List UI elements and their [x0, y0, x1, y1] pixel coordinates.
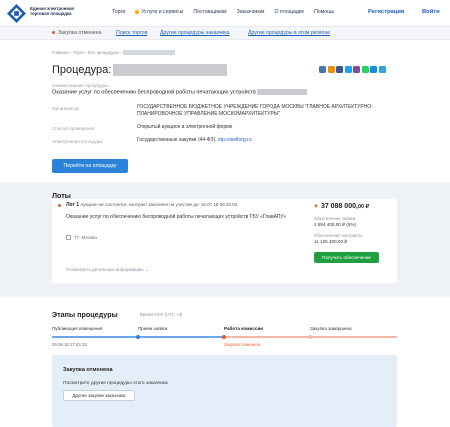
login-link[interactable]: Войти	[422, 9, 440, 15]
viber-icon[interactable]	[353, 66, 360, 73]
lot-status-icon	[58, 204, 61, 207]
customer-procedures-link[interactable]: Другие процедуры заказчика	[160, 30, 229, 36]
method-label: Способ проведения	[52, 126, 95, 131]
stage-applications: Прием заявок	[138, 326, 168, 331]
breadcrumb-redacted	[122, 50, 175, 56]
lot-price: ▼ 37 088 000,00 ₽	[313, 203, 370, 210]
breadcrumb-all[interactable]: Все процедуры	[88, 50, 119, 55]
nav-item-suppliers[interactable]: Поставщикам	[193, 9, 226, 15]
platform-link[interactable]: etp.roseltorg.ru	[218, 137, 252, 143]
nav-item-services[interactable]: Услуги и сервисы	[135, 9, 183, 15]
breadcrumb-home[interactable]: Главная	[52, 50, 69, 55]
logo-text[interactable]: Единая электронная торговая площадка	[30, 6, 74, 16]
ok-icon[interactable]	[327, 66, 335, 73]
chevron-down-icon: ⌄	[144, 267, 149, 272]
region-procedures-link[interactable]: Другие процедуры в этом регионе	[248, 30, 330, 36]
lot-header: Лот 1 Аукцион не состоялся, контракт зак…	[66, 202, 238, 208]
region-checkbox	[66, 235, 71, 241]
platform-label: Электронная площадка	[52, 139, 103, 144]
stage-dot-commission	[222, 335, 226, 339]
contract-security-value: 11 126 400,00 ₽	[314, 239, 348, 244]
logo-icon[interactable]	[7, 4, 26, 23]
lot-details-link[interactable]: Посмотреть детальную информацию ⌄	[66, 267, 149, 273]
nav-item-about[interactable]: О площадке	[274, 9, 304, 15]
stages-timezone: Время МСК (UTC +3)	[140, 312, 183, 317]
method-value: Открытый аукцион в электронной форме	[137, 124, 233, 130]
nav-item-help[interactable]: Помощь	[314, 9, 334, 15]
main-nav: Торги Услуги и сервисы Поставщикам Заказ…	[112, 9, 334, 15]
breadcrumb-torgi[interactable]: Торги	[73, 50, 84, 55]
status-bar: Закупка отменена Поиск торгов Другие про…	[0, 27, 450, 40]
org-value: ГОСУДАРСТВЕННОЕ БЮДЖЕТНОЕ УЧРЕЖДЕНИЕ ГОР…	[137, 104, 373, 117]
stage-publication: Публикация извещения	[52, 326, 103, 331]
stage-dot-applications	[136, 335, 140, 339]
whatsapp-icon[interactable]	[361, 66, 369, 73]
other-purchases-button[interactable]: Другие закупки заказчика	[63, 390, 135, 401]
get-security-button[interactable]: Получить обеспечение	[314, 252, 379, 263]
status-cancelled: Закупка отменена	[52, 30, 102, 36]
page-title: Процедура:	[52, 64, 228, 77]
stage-commission: Работа комиссии	[224, 326, 264, 331]
title-redacted	[113, 64, 228, 77]
name-label: Наименование процедуры	[52, 83, 109, 88]
stage-dot-completed	[308, 335, 312, 339]
arrow-down-icon: ▼	[313, 204, 319, 210]
org-label: Организатор	[52, 106, 80, 111]
twitter-icon[interactable]	[344, 66, 352, 73]
bid-security-value: 1 854 400,00 ₽ (5%)	[314, 222, 356, 227]
services-dot-icon	[135, 9, 140, 14]
top-header: Единая электронная торговая площадка Тор…	[0, 0, 450, 27]
stages-title: Этапы процедуры	[52, 310, 118, 319]
bid-security-label: Обеспечение заявки:	[314, 216, 357, 221]
nav-item-customers[interactable]: Заказчикам	[237, 9, 265, 15]
platform-value: Государственные закупки (44-ФЗ), etp.ros…	[137, 137, 252, 143]
skype-icon[interactable]	[370, 66, 377, 73]
facebook-icon[interactable]	[336, 66, 343, 73]
contract-security-label: Обеспечение контракта:	[314, 233, 363, 238]
vk-icon[interactable]	[319, 66, 326, 73]
nav-item-torgi[interactable]: Торги	[112, 9, 125, 15]
go-to-platform-button[interactable]: Перейти на площадку	[52, 159, 128, 173]
notice-text: Посмотрите другие процедуры этого заказч…	[63, 381, 168, 386]
telegram-icon[interactable]	[378, 66, 386, 73]
stage-cancel-note: Закупка отменена	[224, 342, 261, 347]
name-redacted	[257, 89, 308, 95]
notice-title: Закупка отменена	[63, 367, 113, 373]
procedure-name: Оказание услуг по обеспечению беспроводн…	[52, 89, 308, 95]
search-torgi-link[interactable]: Поиск торгов	[116, 30, 147, 36]
share-buttons	[319, 66, 386, 73]
lot-description: Оказание услуг по обеспечению беспроводн…	[66, 214, 287, 220]
register-link[interactable]: Регистрация	[368, 9, 404, 15]
lot-region: 77. Москва	[66, 235, 97, 241]
stage-completed: Закупка завершена	[310, 326, 352, 331]
publish-date: 29.06.18 17:43:13	[52, 342, 87, 347]
breadcrumb: Главная › Торги › Все процедуры ›	[52, 50, 175, 56]
